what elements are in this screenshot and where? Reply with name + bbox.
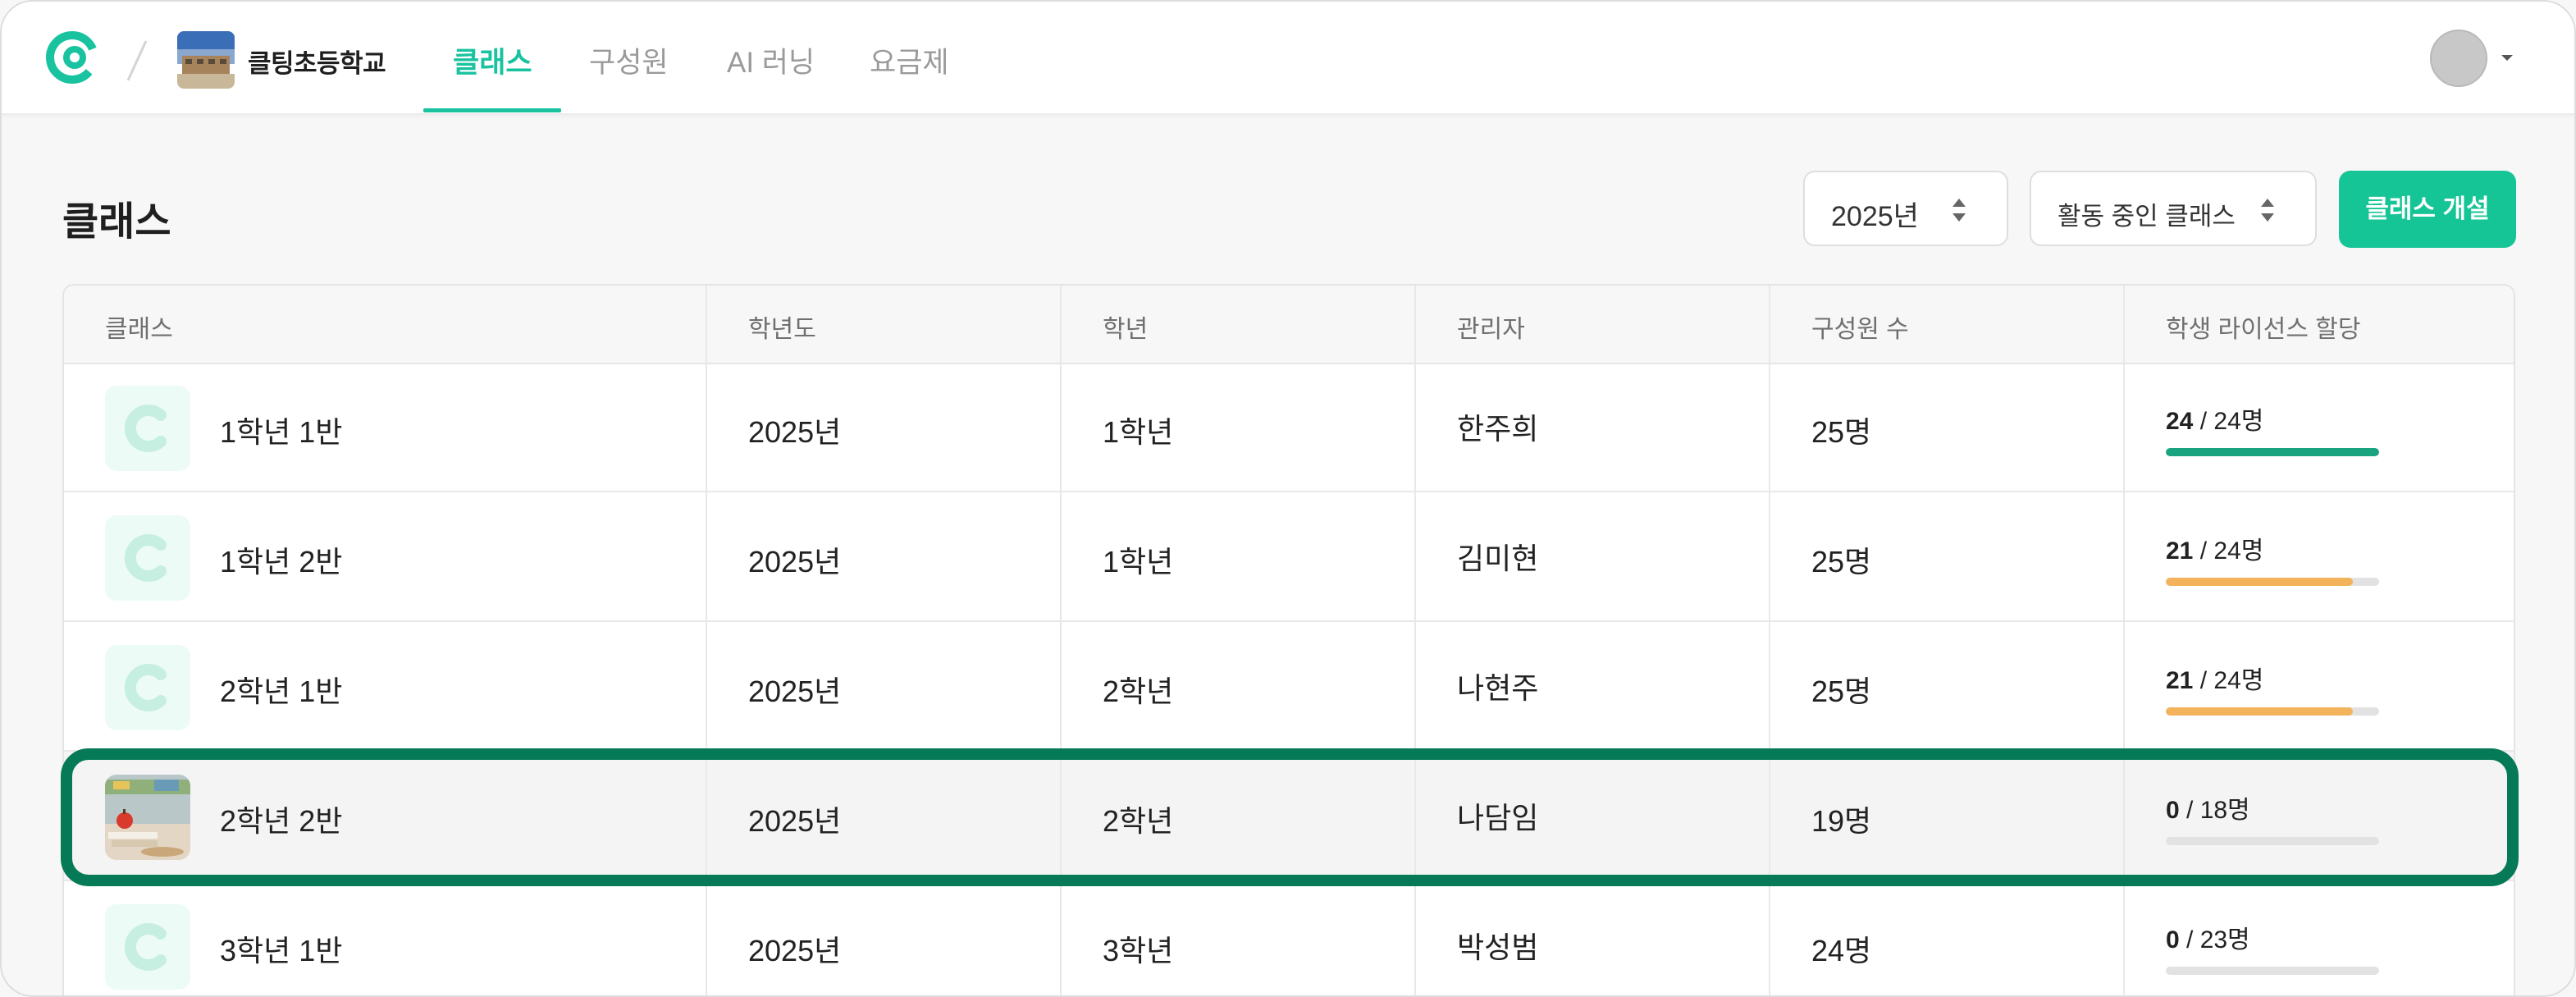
chevron-down-icon[interactable] — [2499, 53, 2515, 64]
header-grade[interactable]: 학년 — [1103, 309, 1148, 345]
app-logo-icon[interactable] — [44, 30, 100, 85]
class-c-icon — [105, 386, 190, 471]
active-tab-indicator — [423, 108, 561, 112]
app-window: 클팅초등학교 클래스 구성원 AI 러닝 요금제 클래스 2025년 활동 중인… — [0, 0, 2576, 997]
school-thumbnail[interactable] — [177, 31, 235, 89]
avatar[interactable] — [2430, 30, 2487, 87]
create-class-button[interactable]: 클래스 개설 — [2339, 171, 2516, 248]
header-school-year[interactable]: 학년도 — [748, 309, 816, 345]
license-progress-bar — [2166, 578, 2379, 586]
class-name[interactable]: 2학년 1반 — [220, 668, 342, 711]
class-name[interactable]: 2학년 2반 — [220, 798, 342, 840]
tab-classes[interactable]: 클래스 — [453, 39, 532, 81]
header-license-allocation[interactable]: 학생 라이선스 할당 — [2166, 309, 2360, 345]
license-progress-bar — [2166, 837, 2379, 845]
member-count: 25명 — [1811, 415, 1872, 449]
table-row[interactable]: 1학년 1반 2025년 1학년 한주희 25명 24 / 24명 — [64, 363, 2514, 492]
table-header: 클래스 학년도 학년 관리자 구성원 수 학생 라이선스 할당 — [64, 286, 2514, 364]
header-member-count[interactable]: 구성원 수 — [1811, 309, 1909, 345]
class-c-icon — [105, 515, 190, 601]
school-name[interactable]: 클팅초등학교 — [248, 43, 386, 80]
tab-pricing[interactable]: 요금제 — [870, 39, 949, 81]
license-progress-bar — [2166, 448, 2379, 456]
member-count: 25명 — [1811, 545, 1872, 579]
grade: 1학년 — [1103, 545, 1174, 579]
tab-ai-learning[interactable]: AI 러닝 — [727, 39, 815, 81]
classroom-photo — [105, 775, 190, 860]
member-count: 19명 — [1811, 804, 1872, 838]
table-row-selected[interactable]: 2학년 2반 2025년 2학년 나담임 19명 0 / 18명 — [64, 752, 2514, 881]
grade: 2학년 — [1103, 804, 1174, 838]
class-c-icon — [105, 645, 190, 730]
manager: 김미현 — [1457, 542, 1539, 575]
grade: 1학년 — [1103, 415, 1174, 449]
tab-members[interactable]: 구성원 — [589, 39, 669, 81]
member-count: 24명 — [1811, 934, 1872, 967]
sort-arrows-icon — [1953, 199, 1966, 222]
school-year: 2025년 — [748, 415, 842, 449]
header-class[interactable]: 클래스 — [105, 309, 173, 345]
year-select-value: 2025년 — [1831, 201, 1919, 232]
manager: 나담임 — [1457, 801, 1539, 835]
license-progress-bar — [2166, 967, 2379, 975]
year-select[interactable]: 2025년 — [1803, 171, 2008, 246]
school-year: 2025년 — [748, 934, 842, 967]
manager: 박성범 — [1457, 931, 1539, 964]
class-name[interactable]: 3학년 1반 — [220, 927, 342, 970]
license-progress-bar — [2166, 707, 2379, 716]
class-name[interactable]: 1학년 1반 — [220, 409, 342, 451]
table-row[interactable]: 2학년 1반 2025년 2학년 나현주 25명 21 / 24명 — [64, 622, 2514, 752]
status-select-value: 활동 중인 클래스 — [2058, 202, 2236, 231]
page-title: 클래스 — [62, 200, 171, 244]
school-year: 2025년 — [748, 804, 842, 838]
class-c-icon — [105, 904, 190, 990]
manager: 한주희 — [1457, 412, 1539, 446]
license-count: 21 / 24명 — [2166, 667, 2264, 694]
license-count: 21 / 24명 — [2166, 537, 2264, 565]
table-row[interactable]: 3학년 1반 2025년 3학년 박성범 24명 0 / 23명 — [64, 881, 2514, 995]
grade: 2학년 — [1103, 675, 1174, 708]
class-name[interactable]: 1학년 2반 — [220, 538, 342, 581]
status-select[interactable]: 활동 중인 클래스 — [2030, 171, 2317, 246]
grade: 3학년 — [1103, 934, 1174, 967]
license-count: 24 / 24명 — [2166, 408, 2264, 435]
table-row[interactable]: 1학년 2반 2025년 1학년 김미현 25명 21 / 24명 — [64, 492, 2514, 622]
member-count: 25명 — [1811, 675, 1872, 708]
header-manager[interactable]: 관리자 — [1457, 309, 1525, 345]
license-count: 0 / 23명 — [2166, 926, 2250, 954]
top-navigation: 클팅초등학교 클래스 구성원 AI 러닝 요금제 — [2, 2, 2574, 115]
manager: 나현주 — [1457, 671, 1539, 705]
class-table: 클래스 학년도 학년 관리자 구성원 수 학생 라이선스 할당 1학년 1반 2… — [62, 284, 2515, 995]
sort-arrows-icon — [2261, 199, 2274, 222]
license-count: 0 / 18명 — [2166, 797, 2250, 824]
school-year: 2025년 — [748, 545, 842, 579]
school-year: 2025년 — [748, 675, 842, 708]
breadcrumb-separator-icon — [126, 40, 148, 81]
